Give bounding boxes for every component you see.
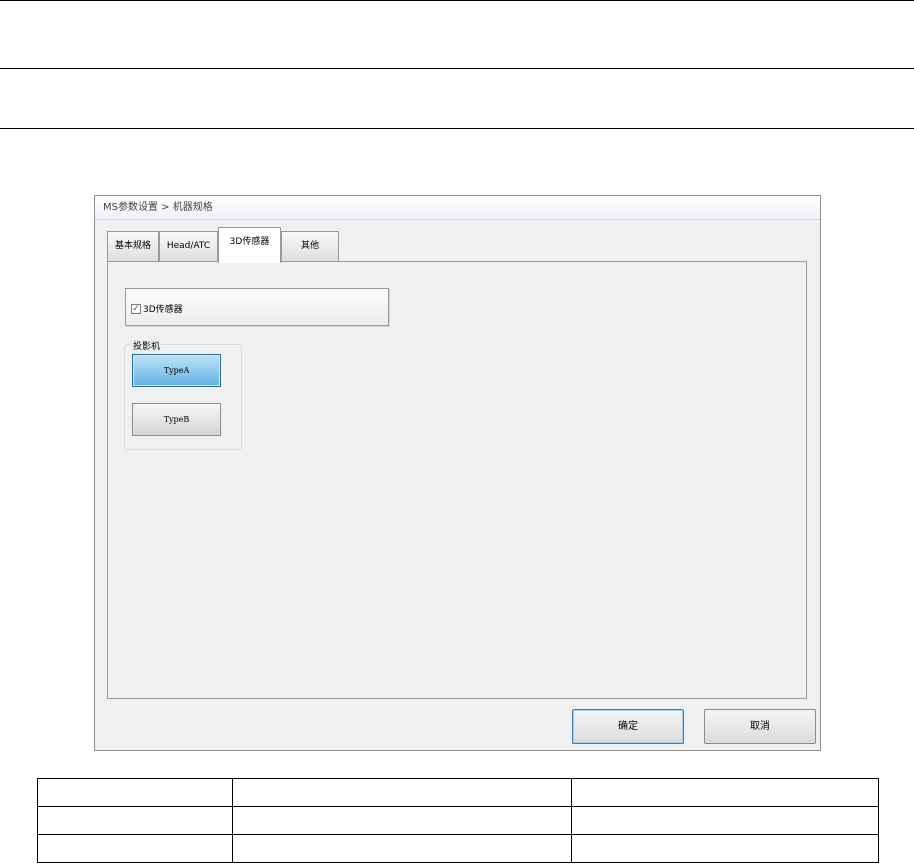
tab-other[interactable]: 其他 (281, 231, 339, 261)
table-cell (232, 834, 572, 863)
type-b-button[interactable]: TypeB (132, 403, 221, 436)
cancel-button[interactable]: 取消 (704, 709, 816, 744)
sensor-checkbox[interactable]: ✓ (131, 304, 141, 314)
table-cell (232, 806, 572, 835)
empty-table (37, 778, 879, 863)
sensor-checkbox-label[interactable]: 3D传感器 (143, 302, 183, 315)
top-rule-2 (0, 68, 914, 69)
table-row (37, 834, 879, 863)
dialog-title: MS参数设置 > 机器规格 (95, 196, 820, 220)
top-rule-1 (0, 0, 914, 1)
table-cell (571, 806, 879, 835)
tab-content-panel: ✓ 3D传感器 投影机 TypeA TypeB (107, 261, 807, 699)
type-a-button[interactable]: TypeA (132, 354, 221, 387)
tab-3d-sensor[interactable]: 3D传感器 (218, 227, 281, 263)
settings-dialog: MS参数设置 > 机器规格 基本规格 Head/ATC 3D传感器 其他 ✓ 3… (94, 195, 821, 751)
table-cell (232, 778, 572, 807)
table-cell (37, 778, 233, 807)
table-cell (571, 834, 879, 863)
table-cell (571, 778, 879, 807)
table-row (37, 778, 879, 807)
projector-group-label: 投影机 (132, 339, 162, 352)
projector-group: 投影机 TypeA TypeB (124, 339, 242, 450)
table-cell (37, 834, 233, 863)
checkmark-icon: ✓ (132, 304, 140, 314)
sensor-option-box: ✓ 3D传感器 (125, 288, 389, 326)
tab-head-atc[interactable]: Head/ATC (159, 231, 218, 261)
ok-button[interactable]: 确定 (572, 709, 684, 744)
table-row (37, 806, 879, 835)
top-rule-3 (0, 128, 914, 129)
table-cell (37, 806, 233, 835)
tab-basic-spec[interactable]: 基本规格 (107, 231, 159, 261)
